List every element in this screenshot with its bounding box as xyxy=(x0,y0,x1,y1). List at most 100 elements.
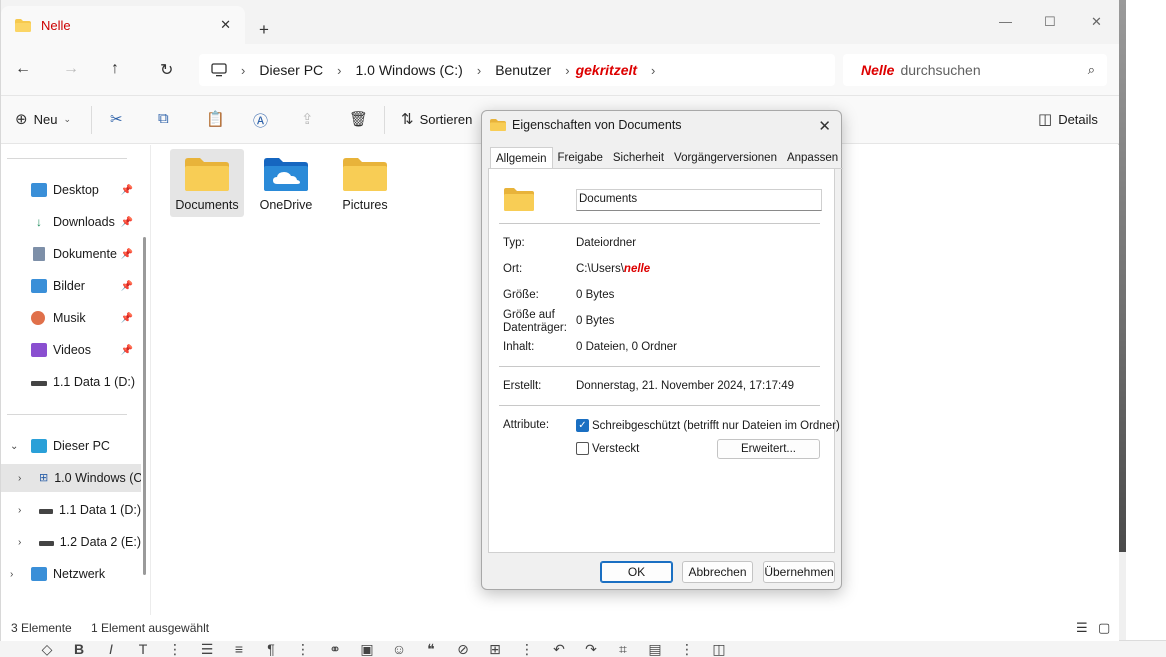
refresh-icon[interactable]: ↻ xyxy=(160,60,173,80)
created-label: Erstellt: xyxy=(503,380,542,392)
size-on-disk-value: 0 Bytes xyxy=(576,315,615,327)
sidebar-item-music[interactable]: Musik 📌 xyxy=(1,304,141,332)
address-toolbar: ← → ↑ ↻ › Dieser PC › 1.0 Windows (C:) ›… xyxy=(1,44,1119,96)
size-on-disk-label: Größe auf Datenträger: xyxy=(503,309,567,334)
copy-icon[interactable]: ⧉ xyxy=(158,110,169,127)
background-edge xyxy=(1126,0,1166,657)
chevron-right-icon[interactable]: › xyxy=(18,473,21,484)
divider xyxy=(7,414,127,415)
checkbox-box[interactable] xyxy=(576,442,589,455)
window-close-icon[interactable]: ✕ xyxy=(1091,14,1102,30)
new-button[interactable]: ⊕ Neu ⌄ xyxy=(15,110,71,128)
rename-icon[interactable]: Ⓐ xyxy=(253,110,268,131)
sidebar-item-desktop[interactable]: Desktop 📌 xyxy=(1,176,141,204)
breadcrumb-this-pc[interactable]: Dieser PC xyxy=(259,62,323,78)
search-icon[interactable]: ⌕ xyxy=(1088,62,1095,78)
tab-close-icon[interactable]: ✕ xyxy=(220,17,231,33)
back-icon[interactable]: ← xyxy=(15,60,31,78)
paste-icon[interactable]: 📋 xyxy=(206,110,225,128)
search-input[interactable]: Nelle durchsuchen ⌕ xyxy=(843,54,1107,86)
sidebar-item-pictures[interactable]: Bilder 📌 xyxy=(1,272,141,300)
details-button[interactable]: ◫ Details xyxy=(1038,110,1098,128)
sidebar-item-documents[interactable]: Dokumente 📌 xyxy=(1,240,141,268)
dialog-close-icon[interactable]: ✕ xyxy=(818,117,831,135)
sort-button[interactable]: ⇅ Sortieren xyxy=(401,110,472,128)
selection-count: 1 Element ausgewählt xyxy=(91,621,210,635)
divider xyxy=(7,158,127,159)
hidden-checkbox[interactable]: Versteckt xyxy=(576,442,639,455)
sidebar-item-this-pc[interactable]: ⌄ Dieser PC xyxy=(1,432,141,460)
computer-icon xyxy=(211,63,227,77)
file-item-label: OneDrive xyxy=(259,198,313,212)
cut-icon[interactable]: ✂ xyxy=(110,110,123,128)
readonly-checkbox[interactable]: ✓ Schreibgeschützt (betrifft nur Dateien… xyxy=(576,419,840,432)
sidebar-item-drive-d[interactable]: › 1.1 Data 1 (D:) xyxy=(1,496,141,524)
maximize-icon[interactable]: ☐ xyxy=(1044,14,1056,30)
sidebar-item-videos[interactable]: Videos 📌 xyxy=(1,336,141,364)
chevron-right-icon[interactable]: › xyxy=(18,537,21,548)
up-icon[interactable]: ↑ xyxy=(111,60,119,78)
breadcrumb-users[interactable]: Benutzer xyxy=(495,62,551,78)
delete-icon[interactable]: 🗑 xyxy=(349,110,368,128)
sidebar-item-downloads[interactable]: ↓ Downloads 📌 xyxy=(1,208,141,236)
chevron-down-icon[interactable]: ⌄ xyxy=(10,441,18,452)
folder-name-input[interactable]: Documents xyxy=(576,189,822,211)
chevron-right-icon[interactable]: › xyxy=(10,569,13,580)
advanced-button[interactable]: Erweitert... xyxy=(717,439,820,459)
sidebar-item-label: 1.1 Data 1 (D:) xyxy=(59,503,141,517)
tab-customize[interactable]: Anpassen xyxy=(781,149,844,169)
details-view-icon[interactable]: ☰ xyxy=(1076,620,1088,636)
file-item-documents[interactable]: Documents xyxy=(170,149,244,217)
chevron-right-icon[interactable]: › xyxy=(18,505,21,516)
pin-icon[interactable]: 📌 xyxy=(121,217,133,228)
minimize-icon[interactable]: — xyxy=(999,14,1012,29)
ok-button[interactable]: OK xyxy=(600,561,673,583)
checkmark-icon[interactable]: ✓ xyxy=(576,419,589,432)
new-button-label: Neu xyxy=(33,111,58,127)
computer-icon xyxy=(31,439,47,453)
forward-icon[interactable]: → xyxy=(63,60,79,78)
tab-previous-versions[interactable]: Vorgängerversionen xyxy=(669,149,782,169)
sidebar-item-drive-c[interactable]: › ⊞ 1.0 Windows (C:) xyxy=(1,464,141,492)
new-tab-button[interactable]: + xyxy=(259,20,269,40)
pictures-icon xyxy=(31,279,47,293)
folder-icon xyxy=(504,188,534,211)
sidebar-item-data-d[interactable]: 1.1 Data 1 (D:) xyxy=(1,368,141,396)
cancel-button[interactable]: Abbrechen xyxy=(682,561,753,583)
explorer-tab[interactable]: Nelle ✕ xyxy=(1,6,245,44)
tiles-view-icon[interactable]: ▢ xyxy=(1098,620,1110,636)
tab-title-redacted: Nelle xyxy=(41,17,71,33)
pin-icon[interactable]: 📌 xyxy=(121,185,133,196)
pin-icon[interactable]: 📌 xyxy=(121,313,133,324)
breadcrumb-user-redacted[interactable]: gekritzelt xyxy=(576,62,637,78)
contents-label: Inhalt: xyxy=(503,341,535,353)
drive-icon xyxy=(31,381,47,386)
address-bar[interactable]: › Dieser PC › 1.0 Windows (C:) › Benutze… xyxy=(199,54,835,86)
sidebar-item-label: 1.0 Windows (C:) xyxy=(54,471,141,485)
type-value: Dateiordner xyxy=(576,237,637,249)
pin-icon[interactable]: 📌 xyxy=(121,249,133,260)
location-path: C:\Users\ xyxy=(576,263,624,275)
drive-icon xyxy=(39,509,54,514)
file-item-pictures[interactable]: Pictures xyxy=(328,149,402,217)
pin-icon[interactable]: 📌 xyxy=(121,345,133,356)
sidebar-item-drive-e[interactable]: › 1.2 Data 2 (E:) xyxy=(1,528,141,556)
share-icon[interactable]: ⇪ xyxy=(301,110,314,128)
item-count: 3 Elemente xyxy=(11,621,72,635)
tab-general[interactable]: Allgemein xyxy=(490,147,553,169)
file-item-onedrive[interactable]: OneDrive xyxy=(249,149,323,217)
apply-button[interactable]: Übernehmen xyxy=(763,561,835,583)
desktop-icon xyxy=(31,183,47,197)
sidebar-item-network[interactable]: › Netzwerk xyxy=(1,560,141,588)
sidebar-scrollbar[interactable] xyxy=(143,237,146,575)
created-value: Donnerstag, 21. November 2024, 17:17:49 xyxy=(576,380,795,392)
pin-icon[interactable]: 📌 xyxy=(121,281,133,292)
tab-sharing[interactable]: Freigabe xyxy=(552,149,608,169)
sort-icon: ⇅ xyxy=(401,111,414,128)
tab-security[interactable]: Sicherheit xyxy=(607,149,670,169)
location-value: C:\Users\nelle xyxy=(576,263,650,275)
details-button-label: Details xyxy=(1058,111,1098,127)
breadcrumb-drive-c[interactable]: 1.0 Windows (C:) xyxy=(355,62,462,78)
attributes-label: Attribute: xyxy=(503,419,550,431)
onedrive-folder-icon xyxy=(264,158,308,191)
